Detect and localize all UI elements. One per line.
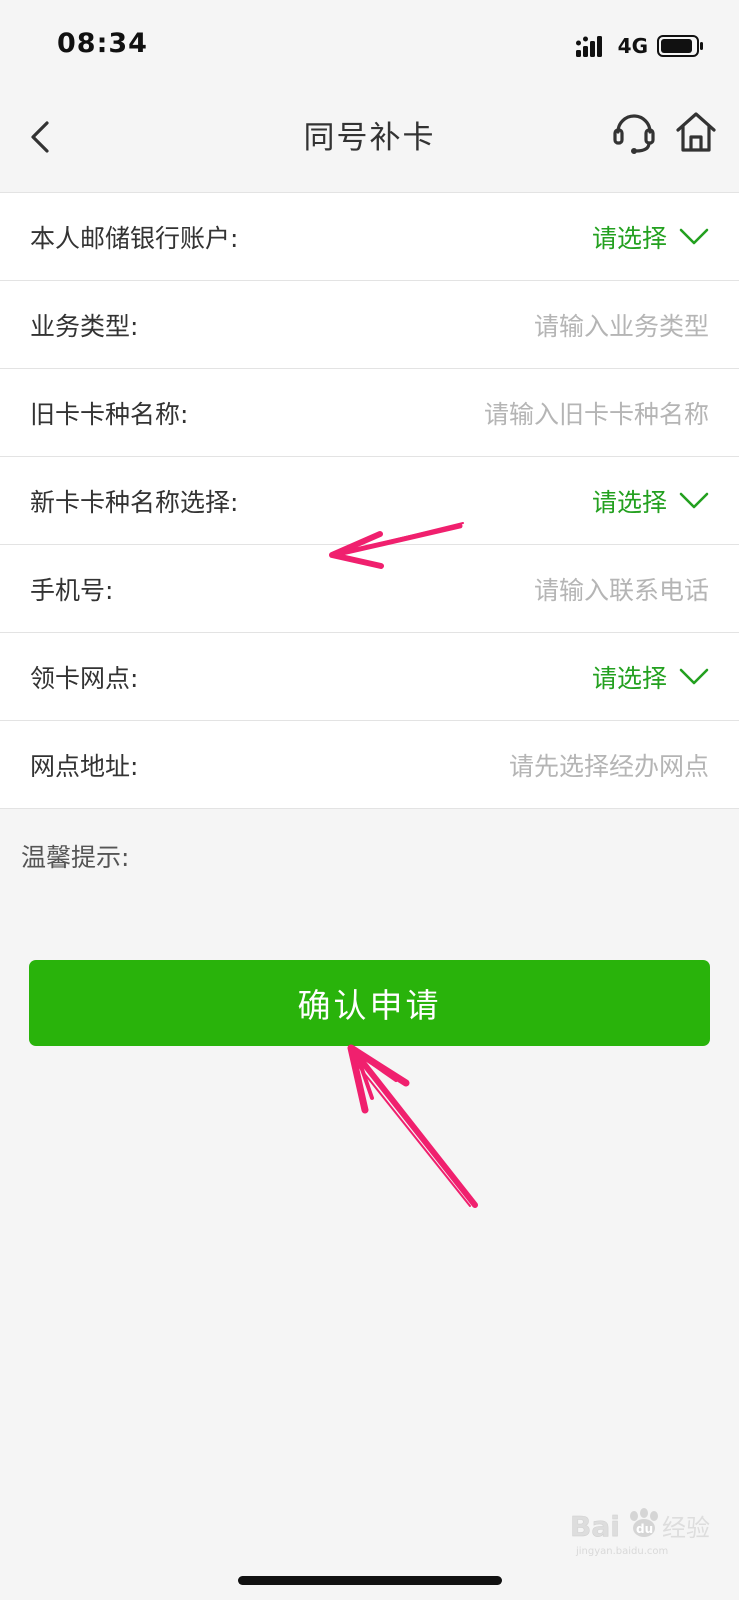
chevron-down-icon bbox=[679, 668, 709, 684]
form-row-old-card-type[interactable]: 旧卡卡种名称: 请输入旧卡卡种名称 bbox=[0, 369, 739, 457]
card-reissue-form: 本人邮储银行账户: 请选择 业务类型: 请输入业务类型 旧卡卡种名称: 请输入旧… bbox=[0, 192, 739, 809]
select-placeholder: 请选择 bbox=[591, 663, 667, 693]
new-card-type-select[interactable]: 请选择 bbox=[592, 483, 709, 519]
row-label: 新卡卡种名称选择: bbox=[30, 487, 239, 517]
form-row-phone[interactable]: 手机号: 请输入联系电话 bbox=[0, 545, 739, 633]
form-row-new-card-type[interactable]: 新卡卡种名称选择: 请选择 bbox=[0, 457, 739, 545]
old-card-type-input[interactable]: 请输入旧卡卡种名称 bbox=[484, 395, 709, 431]
chevron-down-icon bbox=[679, 228, 709, 244]
warm-tip-label: 温馨提示: bbox=[21, 843, 130, 872]
home-button[interactable] bbox=[672, 108, 720, 156]
customer-service-headset-icon bbox=[613, 114, 655, 154]
svg-text:du: du bbox=[636, 1522, 653, 1536]
signal-bars-icon bbox=[575, 36, 602, 57]
home-indicator bbox=[238, 1576, 502, 1585]
row-label: 领卡网点: bbox=[30, 663, 139, 693]
row-label: 网点地址: bbox=[30, 751, 139, 781]
form-row-business-type[interactable]: 业务类型: 请输入业务类型 bbox=[0, 281, 739, 369]
status-time: 08:34 bbox=[57, 28, 148, 59]
row-label: 手机号: bbox=[30, 575, 114, 605]
nav-bar: 同号补卡 bbox=[0, 90, 739, 190]
business-type-input[interactable]: 请输入业务类型 bbox=[534, 307, 709, 343]
phone-input[interactable]: 请输入联系电话 bbox=[534, 571, 709, 607]
annotation-arrow-icon bbox=[347, 1044, 478, 1208]
form-row-account[interactable]: 本人邮储银行账户: 请选择 bbox=[0, 193, 739, 281]
chevron-down-icon bbox=[679, 492, 709, 508]
form-row-pickup-branch[interactable]: 领卡网点: 请选择 bbox=[0, 633, 739, 721]
status-bar: 08:34 4G bbox=[0, 0, 739, 90]
row-label: 业务类型: bbox=[30, 311, 139, 341]
row-label: 本人邮储银行账户: bbox=[30, 223, 239, 253]
branch-address-input[interactable]: 请先选择经办网点 bbox=[509, 747, 709, 783]
account-select[interactable]: 请选择 bbox=[592, 219, 709, 255]
confirm-apply-button[interactable]: 确认申请 bbox=[29, 960, 710, 1046]
pickup-branch-select[interactable]: 请选择 bbox=[592, 659, 709, 695]
baidu-watermark-logo: Bai du 经验 jingyan.baidu.com bbox=[570, 1508, 710, 1557]
svg-text:Bai: Bai bbox=[570, 1510, 620, 1543]
svg-text:经验: 经验 bbox=[662, 1514, 710, 1542]
status-indicators: 4G bbox=[575, 34, 705, 58]
customer-service-button[interactable] bbox=[610, 108, 658, 156]
select-placeholder: 请选择 bbox=[591, 487, 667, 517]
network-label: 4G bbox=[617, 34, 648, 58]
battery-icon bbox=[657, 35, 703, 57]
form-row-branch-address[interactable]: 网点地址: 请先选择经办网点 bbox=[0, 721, 739, 809]
home-icon bbox=[676, 112, 716, 152]
select-placeholder: 请选择 bbox=[591, 223, 667, 253]
row-label: 旧卡卡种名称: bbox=[30, 399, 189, 429]
svg-text:jingyan.baidu.com: jingyan.baidu.com bbox=[575, 1546, 668, 1557]
